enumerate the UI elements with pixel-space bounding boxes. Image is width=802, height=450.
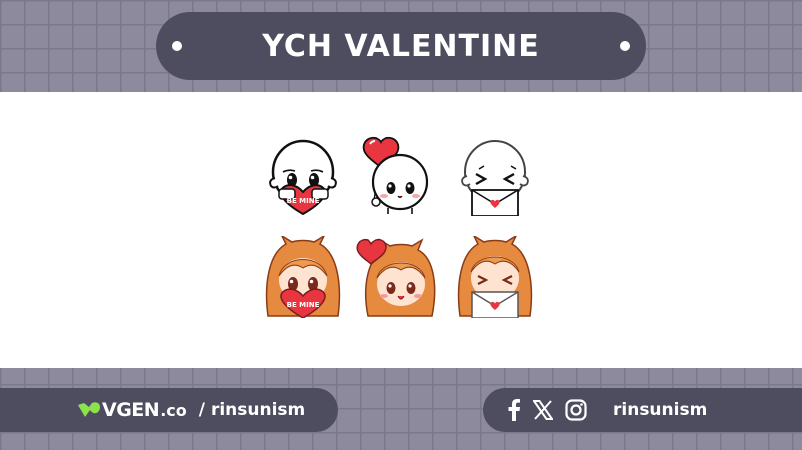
title-banner: YCH VALENTINE (156, 12, 646, 80)
dot-icon (172, 41, 182, 51)
vgen-leaf-icon (78, 402, 100, 417)
heart-label: BE MINE (287, 301, 320, 309)
emote-base-letter (461, 140, 529, 216)
emote-girl-letter (457, 236, 533, 318)
emote-base-balloon (362, 136, 429, 214)
page-title: YCH VALENTINE (262, 28, 540, 64)
social-footer: rinsunism (483, 388, 802, 432)
emote-girl-balloon (356, 238, 436, 317)
vgen-footer: VGEN .co / rinsunism (0, 388, 338, 432)
emote-panel: BE MINE BE MINE (0, 92, 802, 368)
social-icons (507, 399, 587, 421)
emote-base-heart: BE MINE (269, 139, 337, 216)
emote-girl-heart: BE MINE (265, 236, 341, 318)
instagram-icon[interactable] (565, 399, 587, 421)
separator: / (198, 400, 205, 420)
heart-label: BE MINE (287, 197, 320, 205)
vgen-handle[interactable]: rinsunism (211, 400, 305, 420)
vgen-brand: VGEN (102, 399, 160, 421)
facebook-icon[interactable] (507, 399, 521, 421)
vgen-logo[interactable]: VGEN .co (76, 399, 187, 421)
dot-icon (620, 41, 630, 51)
vgen-tld: .co (160, 400, 187, 420)
x-icon[interactable] (533, 400, 553, 420)
social-handle[interactable]: rinsunism (613, 400, 707, 420)
